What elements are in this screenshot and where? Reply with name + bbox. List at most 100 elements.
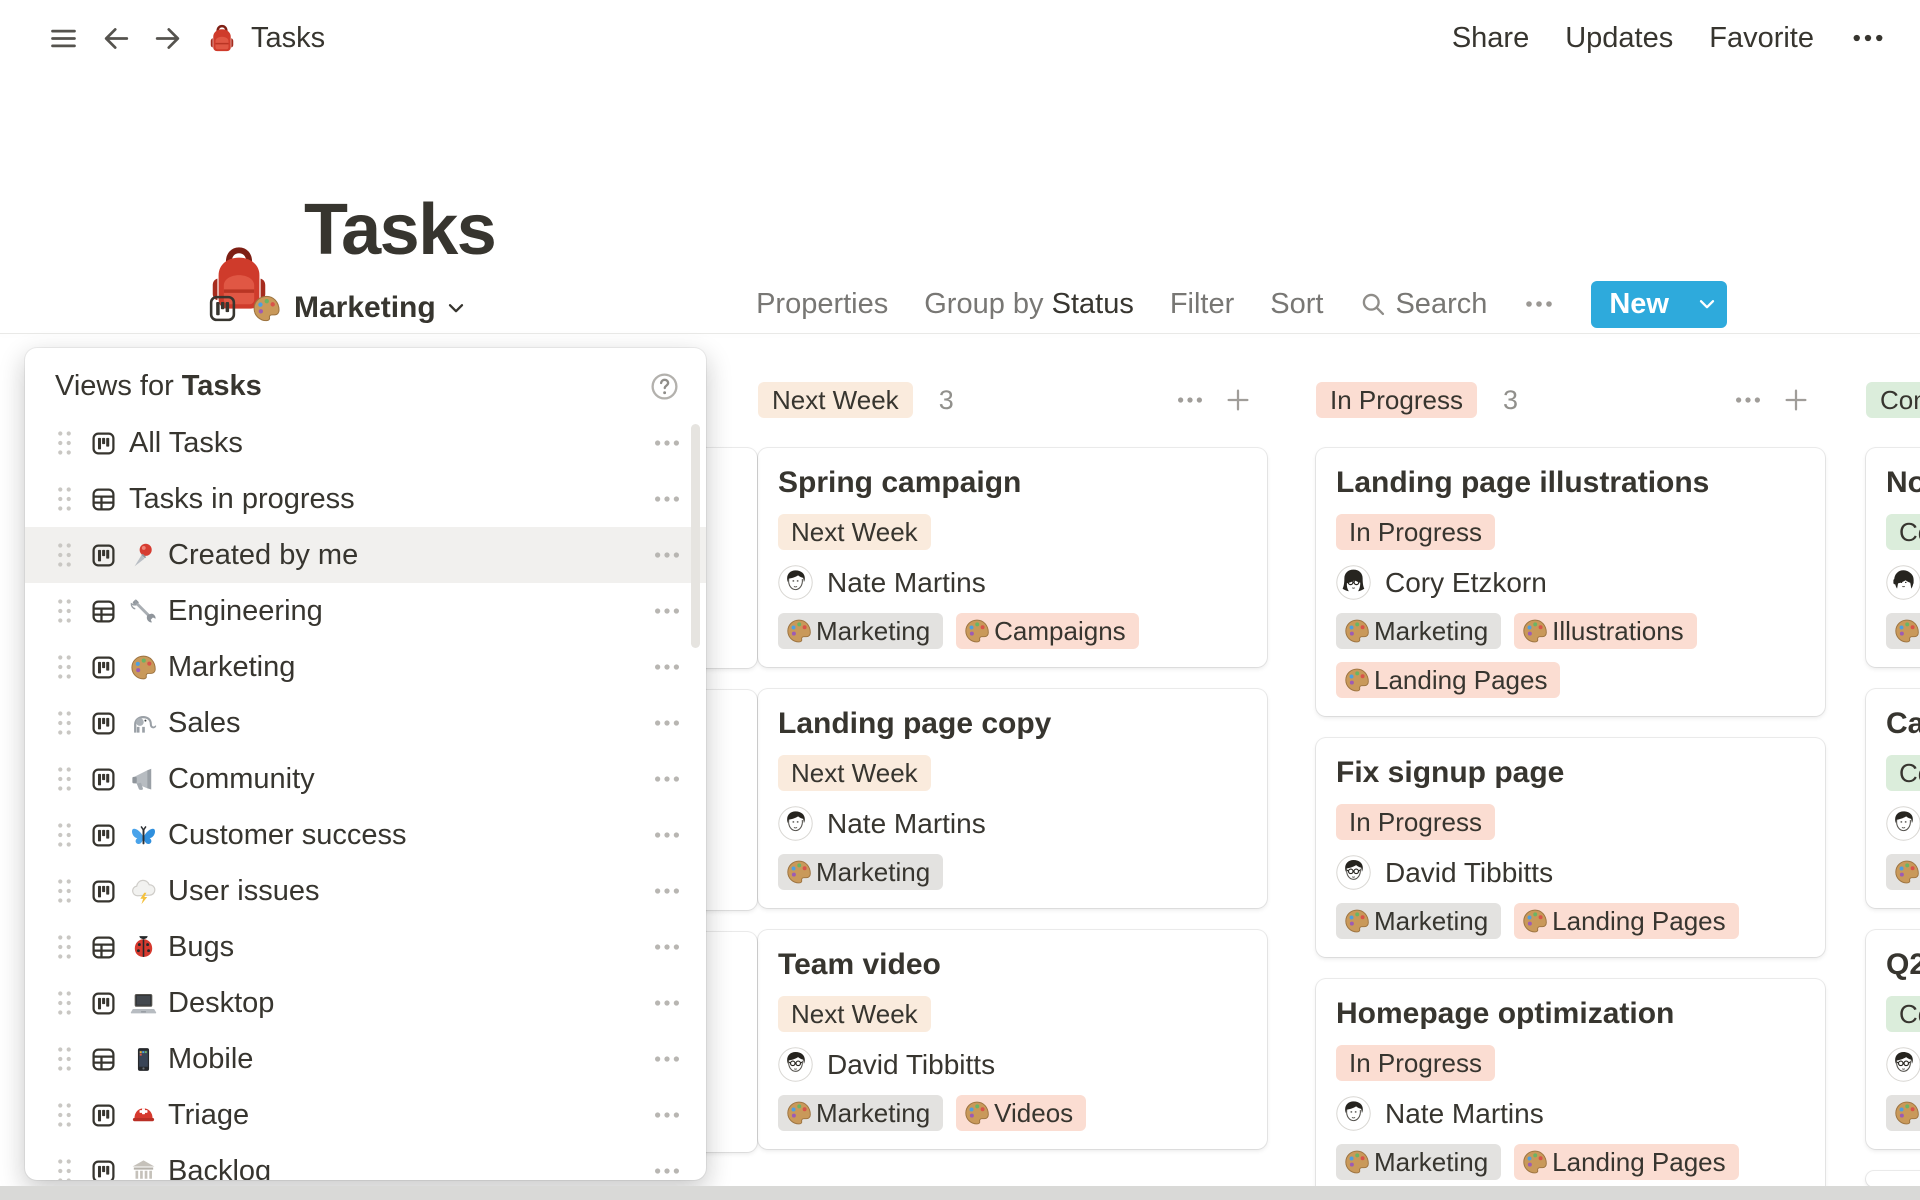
- column-status-badge[interactable]: In Progress: [1316, 382, 1477, 418]
- drag-handle-icon[interactable]: [55, 652, 74, 682]
- avatar: [778, 806, 813, 841]
- task-card[interactable]: Homepage optimization In Progress Nate M…: [1316, 979, 1825, 1198]
- column-status-badge[interactable]: Next Week: [758, 382, 913, 418]
- popover-title: Views for: [55, 370, 174, 403]
- scrollbar-thumb[interactable]: [691, 424, 700, 648]
- group-by-button[interactable]: Group by Status: [924, 288, 1134, 321]
- drag-handle-icon[interactable]: [55, 596, 74, 626]
- view-switcher[interactable]: Marketing: [207, 286, 468, 330]
- view-more-icon[interactable]: [652, 1156, 682, 1180]
- view-row-user-issues[interactable]: User issues: [25, 863, 706, 919]
- drag-handle-icon[interactable]: [55, 428, 74, 458]
- filter-button[interactable]: Filter: [1170, 288, 1234, 321]
- task-card[interactable]: Spring campaign Next Week Nate Martins M…: [758, 448, 1267, 667]
- view-more-icon[interactable]: [652, 484, 682, 514]
- hamburger-icon[interactable]: [48, 23, 79, 54]
- column-more-icon[interactable]: [1175, 385, 1205, 415]
- task-card[interactable]: Landing page copy Next Week Nate Martins…: [758, 689, 1267, 908]
- card-tags: Marketing Videos: [778, 1095, 1247, 1131]
- view-label: Created by me: [168, 539, 358, 572]
- drag-handle-icon[interactable]: [55, 1156, 74, 1180]
- drag-handle-icon[interactable]: [55, 820, 74, 850]
- task-card[interactable]: Non Completed C Marketing: [1866, 448, 1920, 667]
- view-row-marketing[interactable]: Marketing: [25, 639, 706, 695]
- view-more-icon[interactable]: [652, 820, 682, 850]
- view-more-icon[interactable]: [652, 764, 682, 794]
- card-title: Landing page illustrations: [1336, 463, 1805, 502]
- view-more-icon[interactable]: [652, 540, 682, 570]
- task-card[interactable]: [1866, 1171, 1920, 1187]
- column-status-badge[interactable]: Completed: [1866, 382, 1920, 418]
- view-row-desktop[interactable]: Desktop: [25, 975, 706, 1031]
- tag: Illustrations: [1514, 613, 1697, 649]
- status-badge: Completed: [1886, 755, 1920, 791]
- back-arrow-icon[interactable]: [101, 23, 132, 54]
- drag-handle-icon[interactable]: [55, 988, 74, 1018]
- board-view-icon: [90, 990, 117, 1017]
- task-card[interactable]: Q2 r Completed E Marketing: [1866, 930, 1920, 1149]
- view-row-tasks-in-progress[interactable]: Tasks in progress: [25, 471, 706, 527]
- window-bottom-edge: [0, 1186, 1920, 1200]
- column-add-icon[interactable]: [1223, 385, 1253, 415]
- task-card[interactable]: Cas Completed N Marketing: [1866, 689, 1920, 908]
- new-button-chevron[interactable]: [1687, 281, 1727, 328]
- drag-handle-icon[interactable]: [55, 764, 74, 794]
- favorite-button[interactable]: Favorite: [1709, 22, 1814, 55]
- share-button[interactable]: Share: [1452, 22, 1529, 55]
- page-title[interactable]: Tasks: [304, 188, 495, 272]
- view-more-icon[interactable]: [652, 652, 682, 682]
- new-button[interactable]: New: [1591, 281, 1727, 328]
- tag: Marketing: [778, 1095, 943, 1131]
- search-button[interactable]: Search: [1359, 288, 1487, 321]
- drag-handle-icon[interactable]: [55, 540, 74, 570]
- breadcrumb-page-title[interactable]: Tasks: [251, 22, 325, 55]
- view-more-icon[interactable]: [652, 988, 682, 1018]
- drag-handle-icon[interactable]: [55, 1044, 74, 1074]
- view-row-triage[interactable]: Triage: [25, 1087, 706, 1143]
- view-more-icon[interactable]: [652, 932, 682, 962]
- updates-button[interactable]: Updates: [1565, 22, 1673, 55]
- view-more-icon[interactable]: [652, 876, 682, 906]
- table-view-icon: [90, 598, 117, 625]
- drag-handle-icon[interactable]: [55, 932, 74, 962]
- task-card[interactable]: Fix signup page In Progress David Tibbit…: [1316, 738, 1825, 957]
- view-row-mobile[interactable]: Mobile: [25, 1031, 706, 1087]
- help-icon[interactable]: [649, 371, 680, 402]
- drag-handle-icon[interactable]: [55, 708, 74, 738]
- new-button-label[interactable]: New: [1591, 281, 1687, 328]
- view-row-created-by-me[interactable]: Created by me: [25, 527, 706, 583]
- drag-handle-icon[interactable]: [55, 876, 74, 906]
- column-add-icon[interactable]: [1781, 385, 1811, 415]
- view-more-icon[interactable]: [652, 428, 682, 458]
- task-card[interactable]: Landing page illustrations In Progress C…: [1316, 448, 1825, 716]
- card-title: Non: [1886, 463, 1920, 502]
- view-row-all-tasks[interactable]: All Tasks: [25, 415, 706, 471]
- task-card[interactable]: Team video Next Week David Tibbitts Mark…: [758, 930, 1267, 1149]
- view-label: Mobile: [168, 1043, 253, 1076]
- card-tags: Marketing: [1886, 1095, 1920, 1131]
- palette-icon: [963, 617, 991, 645]
- more-options-icon[interactable]: [1850, 20, 1886, 56]
- properties-button[interactable]: Properties: [756, 288, 888, 321]
- palette-icon: [1893, 858, 1920, 886]
- view-more-icon[interactable]: [652, 1044, 682, 1074]
- view-row-bugs[interactable]: Bugs: [25, 919, 706, 975]
- sort-button[interactable]: Sort: [1270, 288, 1323, 321]
- drag-handle-icon[interactable]: [55, 1100, 74, 1130]
- avatar: [1336, 565, 1371, 600]
- board-view-icon: [90, 542, 117, 569]
- view-more-icon[interactable]: [652, 596, 682, 626]
- view-row-community[interactable]: Community: [25, 751, 706, 807]
- view-row-engineering[interactable]: Engineering: [25, 583, 706, 639]
- toolbar-more-icon[interactable]: [1523, 288, 1555, 320]
- view-row-backlog[interactable]: Backlog: [25, 1143, 706, 1180]
- tag: Videos: [956, 1095, 1086, 1131]
- view-more-icon[interactable]: [652, 708, 682, 738]
- view-more-icon[interactable]: [652, 1100, 682, 1130]
- drag-handle-icon[interactable]: [55, 484, 74, 514]
- assignee-name: David Tibbitts: [1385, 857, 1553, 889]
- view-row-sales[interactable]: Sales: [25, 695, 706, 751]
- column-more-icon[interactable]: [1733, 385, 1763, 415]
- forward-arrow-icon[interactable]: [152, 23, 183, 54]
- view-row-customer-success[interactable]: Customer success: [25, 807, 706, 863]
